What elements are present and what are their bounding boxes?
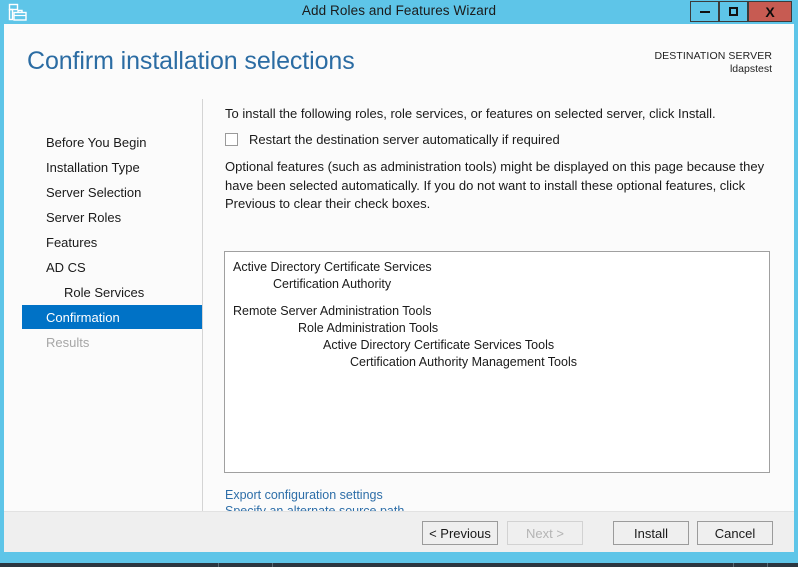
- list-item[interactable]: Certification Authority: [225, 276, 769, 293]
- sidebar-item-server-selection[interactable]: Server Selection: [22, 180, 203, 204]
- sidebar-item-before-you-begin[interactable]: Before You Begin: [22, 130, 203, 154]
- list-item[interactable]: Active Directory Certificate Services To…: [225, 337, 769, 354]
- install-button[interactable]: Install: [613, 521, 689, 545]
- wizard-content: To install the following roles, role ser…: [203, 92, 794, 511]
- list-item[interactable]: Role Administration Tools: [225, 320, 769, 337]
- list-spacer: [225, 293, 769, 303]
- sidebar-item-label: Features: [46, 235, 97, 250]
- wizard-sidebar: Before You Begin Installation Type Server …: [4, 92, 203, 511]
- title-bar[interactable]: Add Roles and Features Wizard X: [0, 0, 798, 24]
- sidebar-item-features[interactable]: Features: [22, 230, 203, 254]
- desktop-tick: [767, 563, 768, 567]
- destination-server-label: DESTINATION SERVER: [654, 50, 772, 63]
- maximize-button[interactable]: [719, 1, 748, 22]
- close-button[interactable]: X: [748, 1, 792, 22]
- minimize-icon: [700, 11, 710, 13]
- restart-checkbox-row[interactable]: Restart the destination server automatic…: [225, 132, 560, 147]
- link-export-configuration-settings[interactable]: Export configuration settings: [225, 487, 404, 503]
- selections-listbox[interactable]: Active Directory Certificate ServicesCer…: [224, 251, 770, 473]
- desktop-tick: [218, 563, 219, 567]
- sidebar-item-role-services[interactable]: Role Services: [22, 280, 203, 304]
- cancel-button[interactable]: Cancel: [697, 521, 773, 545]
- list-item[interactable]: Remote Server Administration Tools: [225, 303, 769, 320]
- wizard-footer: < Previous Next > Install Cancel: [4, 511, 794, 552]
- destination-server-block: DESTINATION SERVER ldapstest: [654, 50, 772, 76]
- window-bottom-edge: [0, 552, 798, 563]
- list-item[interactable]: Active Directory Certificate Services: [225, 259, 769, 276]
- desktop-tick: [733, 563, 734, 567]
- optional-features-note: Optional features (such as administratio…: [225, 158, 773, 214]
- sidebar-item-installation-type[interactable]: Installation Type: [22, 155, 203, 179]
- restart-checkbox-label[interactable]: Restart the destination server automatic…: [249, 132, 560, 147]
- close-icon: X: [765, 5, 774, 19]
- page-header: Confirm installation selections DESTINAT…: [4, 24, 794, 92]
- selections-list: Active Directory Certificate ServicesCer…: [225, 252, 769, 371]
- desktop-edge: [0, 563, 798, 567]
- sidebar-item-confirmation[interactable]: Confirmation: [22, 305, 203, 329]
- sidebar-item-results: Results: [22, 330, 203, 354]
- sidebar-item-label: Before You Begin: [46, 135, 146, 150]
- list-item[interactable]: Certification Authority Management Tools: [225, 354, 769, 371]
- maximize-icon: [729, 7, 738, 16]
- page-title: Confirm installation selections: [27, 47, 355, 76]
- sidebar-item-ad-cs[interactable]: AD CS: [22, 255, 203, 279]
- wizard-window: Add Roles and Features Wizard X Confirm …: [0, 0, 798, 567]
- minimize-button[interactable]: [690, 1, 719, 22]
- next-button: Next >: [507, 521, 583, 545]
- desktop-tick: [272, 563, 273, 567]
- window-title: Add Roles and Features Wizard: [0, 3, 798, 18]
- wizard-client-area: Confirm installation selections DESTINAT…: [4, 24, 794, 552]
- destination-server-value: ldapstest: [654, 63, 772, 76]
- sidebar-item-label: Installation Type: [46, 160, 140, 175]
- restart-checkbox[interactable]: [225, 133, 238, 146]
- sidebar-item-label: Server Selection: [46, 185, 141, 200]
- sidebar-item-server-roles[interactable]: Server Roles: [22, 205, 203, 229]
- sidebar-item-label: Confirmation: [46, 310, 120, 325]
- intro-text: To install the following roles, role ser…: [225, 105, 778, 122]
- sidebar-item-label: Role Services: [64, 285, 144, 300]
- sidebar-item-label: AD CS: [46, 260, 86, 275]
- previous-button[interactable]: < Previous: [422, 521, 498, 545]
- sidebar-item-label: Server Roles: [46, 210, 121, 225]
- sidebar-item-label: Results: [46, 335, 89, 350]
